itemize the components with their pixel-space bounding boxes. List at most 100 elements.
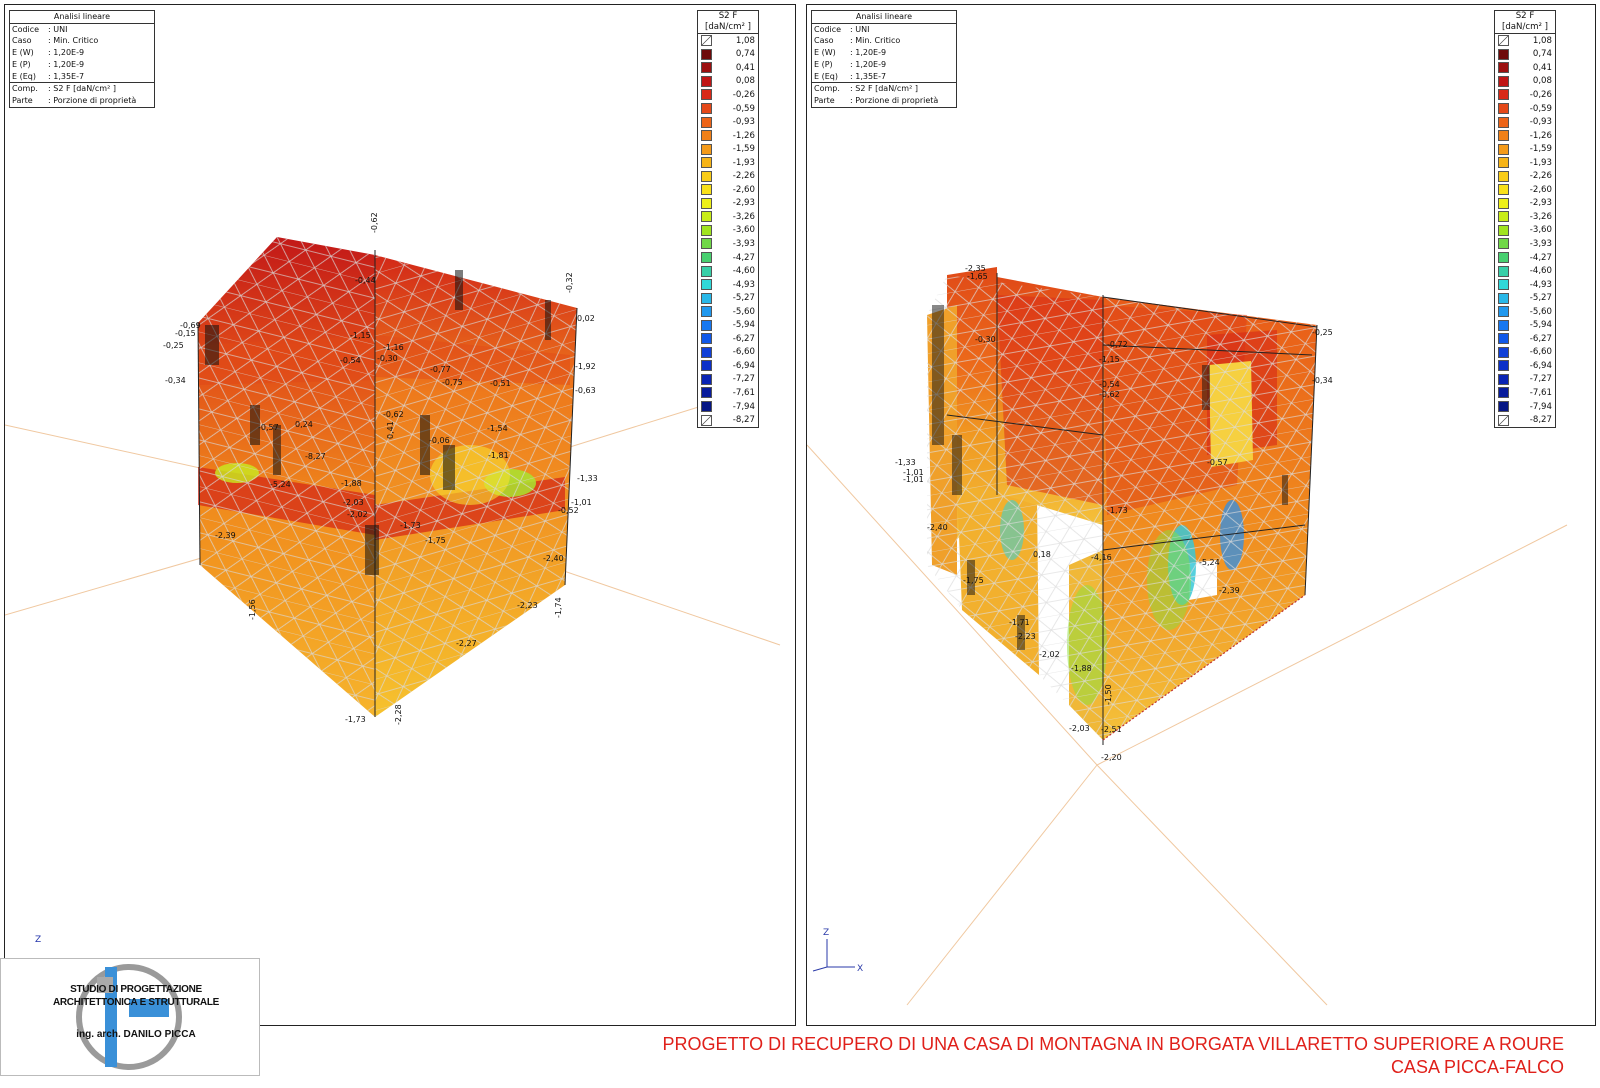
legend-row: 0,08	[1495, 75, 1555, 89]
legend-value: -6,60	[732, 347, 755, 358]
info-key: Caso	[814, 36, 834, 46]
legend-value: -8,27	[1529, 415, 1552, 426]
legend-value: -4,60	[732, 266, 755, 277]
legend-row: -7,27	[698, 373, 758, 387]
info-key: E (W)	[814, 48, 836, 58]
stress-value-label: -0,06	[429, 436, 450, 445]
legend-swatch	[701, 265, 712, 277]
legend-swatch	[1498, 319, 1509, 331]
legend-value: -2,60	[732, 184, 755, 195]
legend-swatch	[701, 401, 712, 413]
info-row: E (W): 1,20E-9	[812, 47, 956, 59]
legend-swatch	[1498, 333, 1509, 345]
legend-swatch	[1498, 224, 1509, 236]
legend-swatch	[1498, 143, 1509, 155]
stress-value-label: -0,57	[1207, 458, 1228, 467]
info-row: E (P): 1,20E-9	[812, 59, 956, 71]
legend-value: -7,27	[1529, 374, 1552, 385]
legend-value: -2,60	[1529, 184, 1552, 195]
legend-value: -8,27	[732, 415, 755, 426]
legend-value: -4,27	[1529, 252, 1552, 263]
stress-value-label: -1,73	[1107, 506, 1128, 515]
legend-value: -2,26	[1529, 171, 1552, 182]
legend-value: -3,93	[732, 238, 755, 249]
left-view-panel[interactable]: -0,62 -0,44 -0,32 0,02 -0,69 -0,15 -0,25 -0,34-…	[4, 4, 796, 1026]
legend-swatch	[1498, 306, 1509, 318]
legend-value: -6,94	[1529, 360, 1552, 371]
legend-value: -5,27	[1529, 293, 1552, 304]
legend-row: -3,93	[1495, 237, 1555, 251]
stress-value-label: -2,51	[1101, 725, 1122, 734]
info-key: E (W)	[12, 48, 34, 58]
legend-value: -6,60	[1529, 347, 1552, 358]
legend-value: -6,27	[732, 333, 755, 344]
info-value: : 1,20E-9	[48, 59, 85, 69]
info-key: E (P)	[12, 59, 31, 69]
stress-value-label: -0,62	[370, 212, 379, 233]
info-value: : Min. Critico	[48, 36, 99, 46]
legend-value: -0,93	[732, 117, 755, 128]
legend-row: -6,60	[698, 346, 758, 360]
right-view-panel[interactable]: -2,35 -1,65 -0,25 -0,34 -0,30 -1,15 -0,54 -0,62…	[806, 4, 1596, 1026]
stress-value-label: -0,77	[430, 365, 451, 374]
legend-swatch	[701, 75, 712, 87]
legend-row: -6,60	[1495, 346, 1555, 360]
info-row: Caso: Min. Critico	[812, 35, 956, 47]
legend-value: -5,60	[1529, 306, 1552, 317]
info-value: : 1,35E-7	[850, 71, 887, 81]
stress-value-label: -5,24	[270, 480, 291, 489]
stress-value-label: -0,51	[490, 379, 511, 388]
legend-swatch	[701, 116, 712, 128]
stress-value-label: -1,75	[963, 576, 984, 585]
legend-row: -5,60	[1495, 305, 1555, 319]
legend-value: -5,94	[1529, 320, 1552, 331]
legend-value: -6,27	[1529, 333, 1552, 344]
legend-swatch	[1498, 62, 1509, 74]
info-row: Parte: Porzione di proprietà	[10, 95, 154, 107]
legend-value: -0,59	[1529, 103, 1552, 114]
legend-swatch	[1498, 346, 1509, 358]
legend-value: -1,26	[1529, 130, 1552, 141]
stress-value-label: -0,32	[565, 272, 574, 293]
legend-value: -5,60	[732, 306, 755, 317]
legend-swatch	[701, 346, 712, 358]
stress-value-label: -0,57	[258, 423, 279, 432]
project-subcaption: CASA PICCA-FALCO	[1390, 1057, 1564, 1077]
stress-value-label: -2,23	[517, 601, 538, 610]
legend-swatch	[701, 373, 712, 385]
legend-swatch	[701, 170, 712, 182]
legend-value: -0,26	[1529, 89, 1552, 100]
legend-swatch	[1498, 252, 1509, 264]
legend-row: -2,26	[698, 169, 758, 183]
logo-mark-icon	[76, 964, 182, 1070]
legend-value: -1,26	[732, 130, 755, 141]
legend-swatch	[701, 184, 712, 196]
stress-value-label: -1,33	[895, 458, 916, 467]
info-row: E (Eq): 1,35E-7	[10, 71, 154, 83]
legend-swatch	[701, 103, 712, 114]
legend-value: -4,93	[732, 279, 755, 290]
legend-row: -4,27	[698, 251, 758, 265]
legend-value: -2,26	[732, 171, 755, 182]
info-key: Caso	[12, 36, 32, 46]
stress-value-label: -1,54	[487, 424, 508, 433]
analysis-info-box-right: Analisi lineare Codice: UNI Caso: Min. Cr…	[811, 10, 957, 108]
info-value: : S2 F [daN/cm² ]	[48, 84, 116, 94]
legend-swatch	[701, 211, 712, 223]
stress-value-label: -0,34	[1312, 376, 1333, 385]
stress-value-label: -1,74	[554, 597, 563, 618]
stress-value-label: -2,02	[347, 510, 368, 519]
legend-swatch	[701, 414, 712, 426]
legend-swatch	[701, 224, 712, 236]
legend-swatch	[701, 62, 712, 74]
legend-swatch	[1498, 103, 1509, 114]
legend-row: 0,41	[1495, 61, 1555, 75]
legend-row: -1,93	[698, 156, 758, 170]
legend-value: -5,94	[732, 320, 755, 331]
stress-value-label: -2,40	[927, 523, 948, 532]
legend-row: -1,59	[1495, 142, 1555, 156]
legend-row: -4,27	[1495, 251, 1555, 265]
stress-value-label: -0,63	[575, 386, 596, 395]
legend-swatch	[1498, 89, 1509, 101]
stress-value-label: -0,54	[340, 356, 361, 365]
